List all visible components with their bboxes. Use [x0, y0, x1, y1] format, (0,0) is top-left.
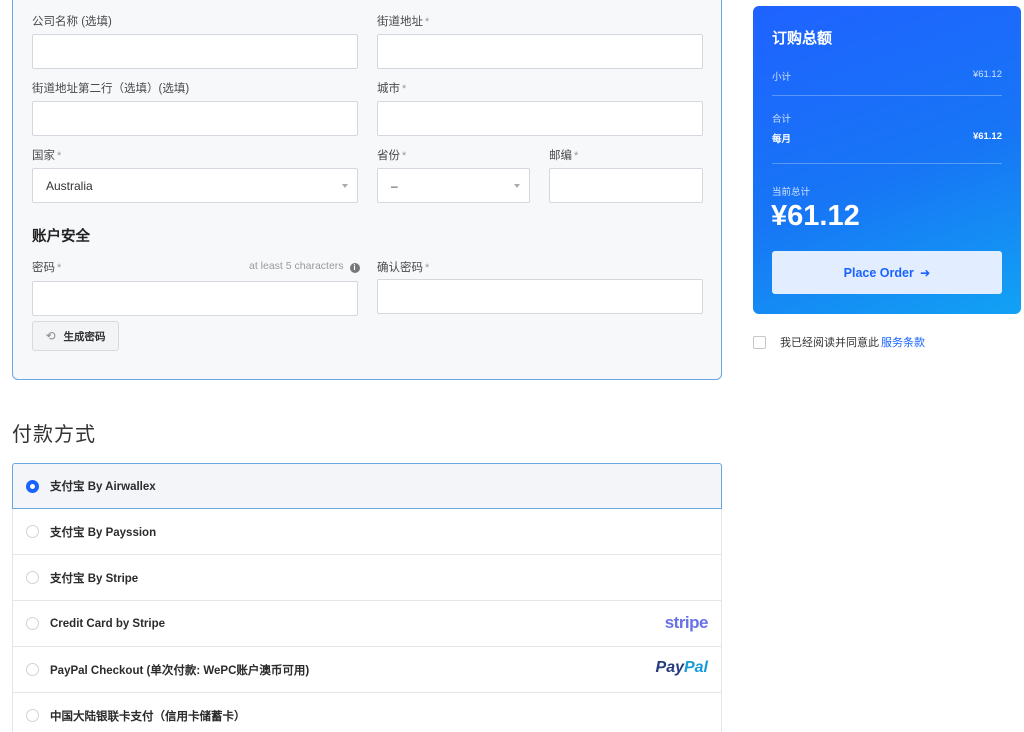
city-label: 城市 *: [377, 83, 407, 95]
radio-selected-icon[interactable]: [26, 479, 39, 493]
street-input[interactable]: [377, 34, 703, 69]
payment-method-label: 支付宝 By Airwallex: [50, 481, 156, 493]
state-label: 省份 *: [377, 150, 407, 162]
confirm-password-label: 确认密码 *: [377, 262, 430, 274]
monthly-row: 每月 ¥61.12: [772, 131, 1002, 145]
monthly-label: 每月: [772, 134, 792, 145]
payment-method-payssion[interactable]: 支付宝 By Payssion: [12, 509, 722, 555]
monthly-value: ¥61.12: [972, 131, 1002, 142]
payment-methods-title: 付款方式: [12, 424, 96, 446]
total-label: 合计: [772, 114, 792, 125]
terms-text: 我已经阅读并同意此: [780, 337, 879, 349]
payment-method-alipay-stripe[interactable]: 支付宝 By Stripe: [12, 555, 722, 601]
company-label: 公司名称 (选填): [32, 16, 112, 28]
confirm-password-input[interactable]: [377, 279, 703, 314]
total-label-row: 合计: [772, 111, 1002, 125]
chevron-down-icon: [342, 184, 348, 188]
due-label-row: 当前总计: [772, 184, 1002, 198]
radio-icon[interactable]: [26, 709, 39, 722]
subtotal-value: ¥61.12: [972, 69, 1002, 80]
generate-password-label: 生成密码: [63, 330, 106, 343]
place-order-button[interactable]: Place Order ➜: [772, 251, 1002, 294]
order-summary-panel: 订购总额 小计 ¥61.12 合计 每月 ¥61.12 当前总计 ¥61.12 …: [753, 6, 1021, 314]
payment-method-label: 支付宝 By Payssion: [50, 526, 157, 539]
postcode-label: 邮编 *: [549, 150, 579, 162]
payment-method-label: 支付宝 By Stripe: [50, 572, 139, 585]
account-security-title: 账户安全: [32, 229, 90, 245]
chevron-down-icon: [514, 184, 520, 188]
subtotal-row: 小计 ¥61.12: [772, 69, 1002, 83]
city-input[interactable]: [377, 101, 703, 136]
street-label: 街道地址 *: [377, 16, 430, 28]
payment-method-paypal[interactable]: PayPal Checkout (单次付款: WePC账户澳币可用) PayPa…: [12, 647, 722, 693]
radio-icon[interactable]: [26, 525, 39, 538]
state-select[interactable]: –: [377, 168, 530, 203]
payment-method-label: 中国大陆银联卡支付（信用卡储蓄卡）: [50, 710, 246, 723]
terms-link[interactable]: 服务条款: [881, 334, 925, 350]
terms-checkbox[interactable]: [753, 335, 766, 349]
payment-method-credit-card-stripe[interactable]: Credit Card by Stripe stripe: [12, 601, 722, 647]
password-label: 密码 *: [32, 262, 62, 274]
payment-method-list: 支付宝 By Airwallex 支付宝 By Payssion 支付宝 By …: [12, 463, 722, 732]
summary-title: 订购总额: [772, 30, 833, 47]
arrow-right-icon: ➜: [919, 266, 931, 280]
password-input[interactable]: [32, 281, 358, 316]
radio-icon[interactable]: [26, 663, 39, 676]
country-label: 国家 *: [32, 150, 62, 162]
stripe-logo-icon: stripe: [664, 613, 709, 632]
generate-password-button[interactable]: ⟲ 生成密码: [32, 321, 119, 351]
paypal-logo-icon: PayPal: [655, 659, 708, 676]
password-hint: at least 5 characters i: [249, 260, 360, 273]
postcode-input[interactable]: [549, 168, 703, 203]
summary-divider: [772, 95, 1002, 96]
place-order-label: Place Order: [843, 265, 914, 280]
terms-agreement: 我已经阅读并同意此 服务条款: [753, 334, 925, 350]
payment-method-label: PayPal Checkout (单次付款: WePC账户澳币可用): [50, 664, 310, 677]
billing-form-card: 公司名称 (选填) 街道地址 * 街道地址第二行（选填）(选填) 城市 * 国家 * …: [12, 0, 722, 380]
state-value: –: [391, 178, 398, 193]
country-value: Australia: [46, 178, 93, 193]
info-icon: i: [349, 263, 360, 273]
street2-input[interactable]: [32, 101, 358, 136]
street2-label: 街道地址第二行（选填）(选填): [32, 83, 190, 95]
due-total-value: ¥61.12: [771, 200, 860, 232]
country-select[interactable]: Australia: [32, 168, 358, 203]
subtotal-label: 小计: [772, 72, 792, 83]
company-input[interactable]: [32, 34, 358, 69]
payment-method-label: Credit Card by Stripe: [50, 617, 166, 630]
refresh-icon: ⟲: [45, 329, 56, 343]
payment-method-airwallex[interactable]: 支付宝 By Airwallex: [12, 463, 722, 509]
radio-icon[interactable]: [26, 617, 39, 630]
summary-divider: [772, 163, 1002, 164]
radio-icon[interactable]: [26, 571, 39, 584]
due-label: 当前总计: [772, 187, 811, 198]
payment-method-unionpay[interactable]: 中国大陆银联卡支付（信用卡储蓄卡）: [12, 693, 722, 732]
